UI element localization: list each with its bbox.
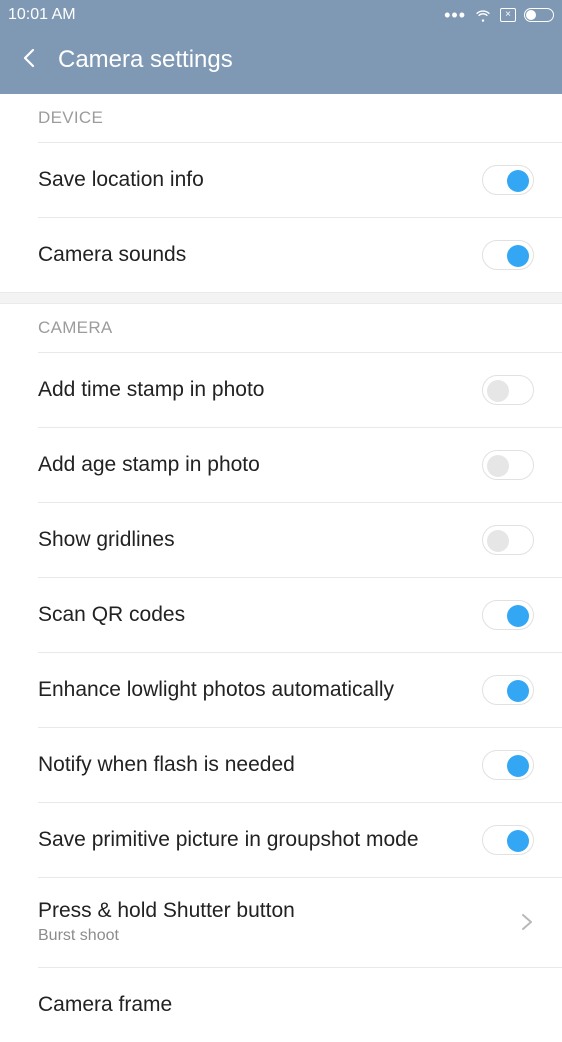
row-subtitle: Burst shoot xyxy=(38,927,119,944)
section-header-device: DEVICE xyxy=(38,108,104,127)
toggle-knob xyxy=(507,679,529,702)
row-add-age-stamp[interactable]: Add age stamp in photo xyxy=(0,427,562,502)
x-box-icon: × xyxy=(500,8,516,22)
row-label: Notify when flash is needed xyxy=(38,752,295,776)
status-bar: 10:01 AM ••• × xyxy=(0,0,562,30)
row-label: Add age stamp in photo xyxy=(38,452,260,476)
row-enhance-lowlight[interactable]: Enhance lowlight photos automatically xyxy=(0,652,562,727)
row-label: Enhance lowlight photos automatically xyxy=(38,677,395,701)
row-press-hold-shutter[interactable]: Press & hold Shutter button Burst shoot xyxy=(0,877,562,967)
toggle-add-time-stamp[interactable] xyxy=(482,374,534,405)
toggle-enhance-lowlight[interactable] xyxy=(482,674,534,705)
toggle-knob xyxy=(507,604,529,627)
toggle-scan-qr-codes[interactable] xyxy=(482,599,534,630)
row-textcol: Press & hold Shutter button Burst shoot xyxy=(38,899,295,945)
toggle-save-primitive-picture[interactable] xyxy=(482,824,534,855)
row-camera-frame[interactable]: Camera frame xyxy=(0,967,562,1042)
row-save-location-info[interactable]: Save location info xyxy=(0,142,562,217)
row-save-primitive-picture[interactable]: Save primitive picture in groupshot mode xyxy=(0,802,562,877)
title-bar: Camera settings xyxy=(0,30,562,94)
toggle-save-location-info[interactable] xyxy=(482,164,534,195)
back-arrow-icon[interactable] xyxy=(18,46,42,70)
toggle-knob xyxy=(487,379,509,402)
row-notify-flash[interactable]: Notify when flash is needed xyxy=(0,727,562,802)
row-scan-qr-codes[interactable]: Scan QR codes xyxy=(0,577,562,652)
row-label: Save location info xyxy=(38,167,204,191)
settings-content: DEVICE Save location info Camera sounds … xyxy=(0,94,562,1016)
toggle-knob xyxy=(507,244,529,267)
row-label: Scan QR codes xyxy=(38,602,186,626)
toggle-knob xyxy=(507,169,529,192)
toggle-show-gridlines[interactable] xyxy=(482,524,534,555)
wifi-icon xyxy=(476,10,490,22)
status-dots: ••• xyxy=(444,5,466,25)
toggle-notify-flash[interactable] xyxy=(482,749,534,780)
row-label: Save primitive picture in groupshot mode xyxy=(38,827,419,851)
row-label: Camera frame xyxy=(38,992,173,1016)
toggle-knob xyxy=(487,454,509,477)
row-label: Press & hold Shutter button xyxy=(38,899,295,922)
row-camera-sounds[interactable]: Camera sounds xyxy=(0,217,562,292)
row-show-gridlines[interactable]: Show gridlines xyxy=(0,502,562,577)
toggle-knob xyxy=(507,829,529,852)
status-time: 10:01 AM xyxy=(8,6,76,23)
row-add-time-stamp[interactable]: Add time stamp in photo xyxy=(0,352,562,427)
toggle-camera-sounds[interactable] xyxy=(482,239,534,270)
battery-icon xyxy=(524,8,554,22)
section-divider xyxy=(0,292,562,304)
toggle-knob xyxy=(487,529,509,552)
row-label: Add time stamp in photo xyxy=(38,377,265,401)
chevron-right-icon xyxy=(522,914,532,930)
row-label: Show gridlines xyxy=(38,527,175,551)
status-icons: ••• × xyxy=(444,6,554,24)
toggle-knob xyxy=(507,754,529,777)
toggle-add-age-stamp[interactable] xyxy=(482,449,534,480)
app-header: 10:01 AM ••• × Camera settings xyxy=(0,0,562,94)
page-title: Camera settings xyxy=(58,46,233,73)
row-label: Camera sounds xyxy=(38,242,187,266)
section-header-camera: CAMERA xyxy=(38,318,113,337)
